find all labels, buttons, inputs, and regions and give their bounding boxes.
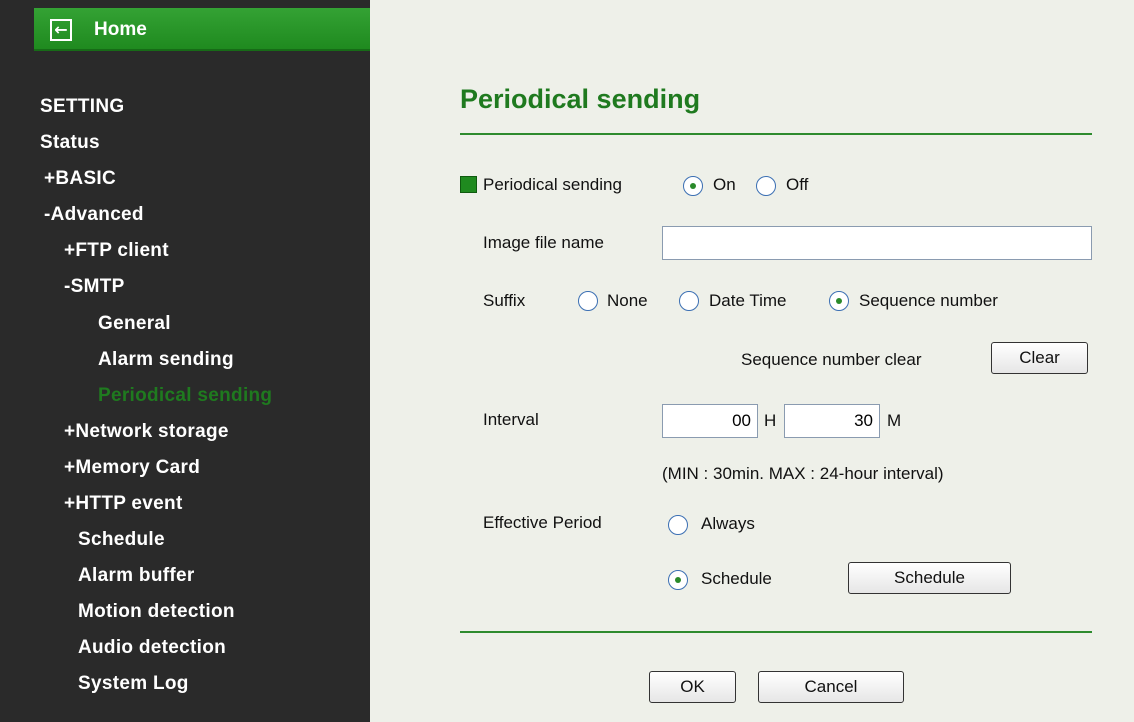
sidebar-item-periodical-sending[interactable]: Periodical sending: [98, 385, 272, 407]
sidebar-item-http-event[interactable]: +HTTP event: [64, 493, 183, 515]
effective-period-label: Effective Period: [483, 513, 602, 532]
sidebar-item-memory-card[interactable]: +Memory Card: [64, 457, 200, 479]
periodical-on-label: On: [713, 175, 736, 194]
effective-always-label: Always: [701, 514, 755, 533]
sequence-clear-label: Sequence number clear: [741, 350, 922, 369]
effective-schedule-radio[interactable]: [668, 570, 688, 590]
schedule-button[interactable]: Schedule: [848, 562, 1011, 594]
effective-schedule-label: Schedule: [701, 569, 772, 588]
suffix-datetime-label: Date Time: [709, 291, 787, 310]
interval-minutes-unit: M: [887, 411, 902, 430]
sidebar-item-setting: SETTING: [40, 96, 125, 117]
home-link[interactable]: ← Home: [34, 8, 370, 51]
periodical-sending-label: Periodical sending: [483, 175, 622, 194]
interval-minutes-input[interactable]: [784, 404, 880, 438]
sidebar-item-schedule[interactable]: Schedule: [78, 529, 165, 551]
suffix-datetime-radio[interactable]: [679, 291, 699, 311]
interval-note: (MIN : 30min. MAX : 24-hour interval): [662, 464, 944, 483]
home-label: Home: [94, 19, 147, 40]
sidebar: ← Home SETTING Status +BASIC -Advanced +…: [0, 0, 370, 722]
cancel-button[interactable]: Cancel: [758, 671, 904, 703]
page-title: Periodical sending: [460, 84, 701, 114]
bottom-divider: [460, 631, 1092, 633]
sidebar-item-alarm-sending[interactable]: Alarm sending: [98, 349, 234, 371]
sidebar-item-basic[interactable]: +BASIC: [44, 168, 116, 190]
back-arrow-icon: ←: [50, 19, 72, 41]
suffix-sequence-label: Sequence number: [859, 291, 998, 310]
suffix-none-label: None: [607, 291, 648, 310]
sidebar-item-ftp-client[interactable]: +FTP client: [64, 240, 169, 262]
sidebar-item-network-storage[interactable]: +Network storage: [64, 421, 229, 443]
periodical-off-radio[interactable]: [756, 176, 776, 196]
interval-label: Interval: [483, 410, 539, 429]
clear-button[interactable]: Clear: [991, 342, 1088, 374]
sidebar-item-smtp[interactable]: -SMTP: [64, 276, 125, 298]
image-file-name-label: Image file name: [483, 233, 604, 252]
suffix-sequence-radio[interactable]: [829, 291, 849, 311]
periodical-on-radio[interactable]: [683, 176, 703, 196]
effective-always-radio[interactable]: [668, 515, 688, 535]
sidebar-item-alarm-buffer[interactable]: Alarm buffer: [78, 565, 195, 587]
sidebar-item-motion-detection[interactable]: Motion detection: [78, 601, 235, 623]
suffix-none-radio[interactable]: [578, 291, 598, 311]
periodical-off-label: Off: [786, 175, 809, 194]
sidebar-item-system-log[interactable]: System Log: [78, 673, 189, 695]
sidebar-item-advanced[interactable]: -Advanced: [44, 204, 144, 226]
ok-button[interactable]: OK: [649, 671, 736, 703]
interval-hours-input[interactable]: [662, 404, 758, 438]
sidebar-item-audio-detection[interactable]: Audio detection: [78, 637, 226, 659]
interval-hours-unit: H: [764, 411, 777, 430]
sidebar-item-general[interactable]: General: [98, 313, 171, 335]
image-file-name-input[interactable]: [662, 226, 1092, 260]
section-marker-icon: [460, 176, 477, 193]
sidebar-item-status[interactable]: Status: [40, 132, 100, 154]
title-divider: [460, 133, 1092, 135]
suffix-label: Suffix: [483, 291, 526, 310]
